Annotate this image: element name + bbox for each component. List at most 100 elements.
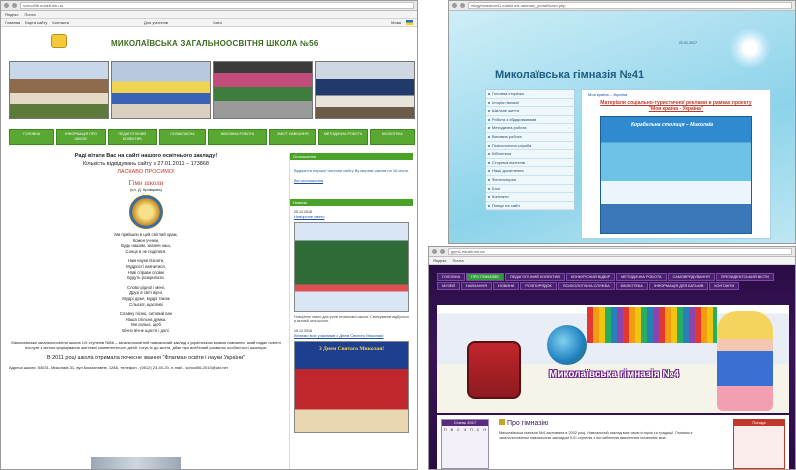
address-bar-3[interactable]: gym4.edukit.mk.ua xyxy=(448,248,792,255)
news1-text: Новорічне свято для учнів початкової шко… xyxy=(294,315,409,323)
nav-item[interactable]: ПЕДАГОГІЧНИЙ КОЛЕКТИВ xyxy=(504,273,565,281)
tab-home[interactable]: Главная xyxy=(5,20,20,25)
nav-item[interactable]: МУЗЕЙ xyxy=(437,282,461,290)
address-bar[interactable]: school56.edukit.mk.ua xyxy=(20,2,414,9)
weekday: В xyxy=(450,428,454,432)
menu-item[interactable]: Робота з обдарованими xyxy=(486,115,574,125)
calendar-widget: Січень 2017 П В С Ч П С Н xyxy=(441,419,489,469)
bookmark-mail[interactable]: Почта xyxy=(24,12,35,17)
nav-about[interactable]: ІНФОРМАЦІЯ ПРО ШКОЛУ xyxy=(56,129,106,145)
menu-item[interactable]: Шкільне життя xyxy=(486,107,574,116)
nav-item[interactable]: КОНКУРСНИЙ ВІДБІР xyxy=(565,273,616,281)
gym41-page: 22.01.2017 Миколаївська гімназія №41 Гол… xyxy=(449,11,795,243)
bookmark-yandex[interactable]: Яндекс xyxy=(433,258,446,263)
menu-item[interactable]: Наші досягнення xyxy=(486,167,574,176)
weather-title: Погода xyxy=(734,420,784,426)
anthem-title: Гімн школи xyxy=(128,179,164,187)
news1-link[interactable]: Новорічне свято xyxy=(290,214,413,219)
menu-item[interactable]: Бібліотека xyxy=(486,150,574,159)
menu-item[interactable]: Фотогалерея xyxy=(486,175,574,185)
menu-item[interactable]: Пошук на сайті xyxy=(486,201,574,211)
gym4-page: ГОЛОВНА ПРО ГІМНАЗІЮ ПЕДАГОГІЧНИЙ КОЛЕКТ… xyxy=(429,265,795,469)
nav-extracurricular[interactable]: ПОЗАКЛАСНА xyxy=(158,129,207,145)
bookmark-mail[interactable]: Почта xyxy=(452,258,463,263)
tab-contacts[interactable]: Контакти xyxy=(52,20,69,25)
nav-item[interactable]: БІБЛІОТЕКА xyxy=(615,282,648,290)
back-icon[interactable] xyxy=(4,3,9,8)
nav-item[interactable]: ПРЕЗИДЕНТСЬКИЙ ВІСТИ xyxy=(715,273,774,281)
news2-text[interactable]: Вітаємо всіх учасників з Днем Святого Ми… xyxy=(290,333,413,338)
gym4-window: gym4.edukit.mk.ua Яндекс Почта ГОЛОВНА П… xyxy=(428,246,796,470)
gym41-window: mkgymnasium41.edukit.mk.ua/main_portal/i… xyxy=(448,0,796,244)
nav-item[interactable]: САМОВРЯДУВАННЯ xyxy=(667,273,715,281)
photo-students-2 xyxy=(111,61,211,119)
nav-item[interactable]: МЕТОДИЧНА РОБОТА xyxy=(616,273,667,281)
menu-item[interactable]: Психологічна служба xyxy=(486,141,574,151)
gym4-nav: ГОЛОВНА ПРО ГІМНАЗІЮ ПЕДАГОГІЧНИЙ КОЛЕКТ… xyxy=(437,273,789,290)
bookmark-yandex[interactable]: Яндекс xyxy=(5,12,18,17)
menu-item[interactable]: Методична робота xyxy=(486,124,574,133)
anthem-poem: Ми прийшли в цей світлий храм, Кожен учн… xyxy=(9,232,283,334)
about-text: Миколаївська загальноосвітня школа І-ІІІ… xyxy=(11,339,281,350)
back-icon[interactable] xyxy=(452,3,457,8)
nav-item[interactable]: НОВИНИ xyxy=(492,282,520,290)
nav-item[interactable]: КОНТАКТИ xyxy=(709,282,740,290)
ukraine-poster: Корабельна столиця – Миколаїв xyxy=(600,116,752,234)
menu-item[interactable]: Блог xyxy=(486,184,574,194)
nav-library[interactable]: БІБЛІОТЕКА xyxy=(369,129,416,145)
address-bar-2[interactable]: mkgymnasium41.edukit.mk.ua/main_portal/i… xyxy=(468,2,792,9)
nav-item[interactable]: ПСИХОЛОГІЧНА СЛУЖБА xyxy=(557,282,615,290)
article-heading: Матеріали соціально-туристичної реклами … xyxy=(600,100,752,112)
welcome-banner: ЛАСКАВО ПРОСИМО! xyxy=(117,169,175,175)
news1-image xyxy=(294,222,409,312)
gym41-date: 22.01.2017 xyxy=(679,41,697,45)
back-icon[interactable] xyxy=(432,249,437,254)
school-title: МИКОЛАЇВСЬКА ЗАГАЛЬНООСВІТНЯ ШКОЛА №56 xyxy=(111,39,319,48)
forward-icon[interactable] xyxy=(440,249,445,254)
menu-item[interactable]: Історія гімназії xyxy=(486,98,574,108)
photo-students-1 xyxy=(9,61,109,119)
menu-item[interactable]: Контакти xyxy=(486,193,574,202)
nav-upbringing[interactable]: ВИХОВНА РОБОТА xyxy=(208,129,268,145)
news2-date: 19.12.2016 xyxy=(294,329,312,333)
photo-school-entrance xyxy=(213,61,313,119)
section-text: Миколаївська гімназія №4 заснована в 200… xyxy=(499,431,693,440)
tab-chats[interactable]: Чати xyxy=(213,20,222,25)
site-topbar: Главная Карта сайту Контакти Для учителі… xyxy=(1,19,417,27)
visit-counter: Кількість відвідувань сайту з 27.01.2011… xyxy=(83,161,209,167)
tab-sitemap[interactable]: Карта сайту xyxy=(25,20,47,25)
gym4-banner: Миколаївська гімназія №4 xyxy=(437,305,789,413)
bookmarks-bar: Яндекс Почта xyxy=(1,11,417,19)
weather-widget: Погода xyxy=(733,419,785,469)
forward-icon[interactable] xyxy=(12,3,17,8)
book-icon xyxy=(499,419,505,425)
nav-item[interactable]: НАВЧАННЯ xyxy=(461,282,492,290)
main-content: Раді вітати Вас на сайті нашого освітньо… xyxy=(9,153,283,370)
flag-icon[interactable] xyxy=(406,20,413,25)
nav-item-selected[interactable]: ПРО ГІМНАЗІЮ xyxy=(466,273,504,281)
announcements-link[interactable]: Всі оголошення xyxy=(290,176,413,185)
photo-students-3 xyxy=(315,61,415,119)
girl-illustration xyxy=(717,311,773,411)
nav-staff[interactable]: ПЕДАГОГІЧНИЙ КОЛЕКТИВ xyxy=(107,129,157,145)
gym4-title: Миколаївська гімназія №4 xyxy=(549,369,680,380)
menu-item[interactable]: Головна сторінка xyxy=(486,90,574,99)
tab-teachers[interactable]: Для учителів xyxy=(144,20,168,25)
browser-toolbar: school56.edukit.mk.ua xyxy=(1,1,417,11)
news1-date: 25.12.2016 xyxy=(294,210,312,214)
weekday: Ч xyxy=(463,428,467,432)
menu-item[interactable]: Сторінка вчителів xyxy=(486,158,574,168)
nav-methods[interactable]: МЕТОДИЧНА РОБОТА xyxy=(318,129,368,145)
section-title: Про гімназію xyxy=(499,419,548,427)
menu-item[interactable]: Виховна робота xyxy=(486,132,574,142)
forward-icon[interactable] xyxy=(460,3,465,8)
language-label: Мова xyxy=(391,20,401,25)
breadcrumb[interactable]: Моя країна – Україна xyxy=(582,90,770,99)
weekday: Н xyxy=(483,428,486,432)
gym4-content: Січень 2017 П В С Ч П С Н Про гімназію М… xyxy=(437,415,789,469)
nav-item[interactable]: ІНФОРМАЦІЯ ДЛЯ БАТЬКІВ xyxy=(648,282,709,290)
nav-home[interactable]: ГОЛОВНА xyxy=(9,129,55,145)
nav-item[interactable]: ГОЛОВНА xyxy=(437,273,466,281)
nav-item[interactable]: РОЗПОРЯДОК xyxy=(520,282,557,290)
nav-curriculum[interactable]: ЗМІСТ НАВЧАННЯ xyxy=(269,129,317,145)
